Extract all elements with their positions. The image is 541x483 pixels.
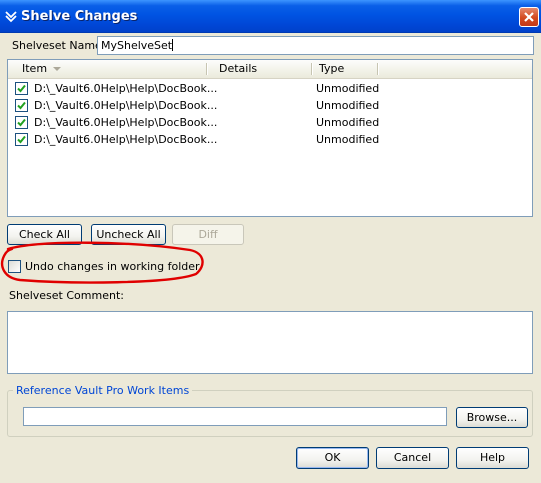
ok-button[interactable]: OK (296, 447, 369, 469)
work-items-legend: Reference Vault Pro Work Items (13, 384, 193, 397)
shelveset-comment-input[interactable] (7, 311, 533, 374)
item-checkbox[interactable] (15, 99, 28, 112)
item-checkbox[interactable] (15, 133, 28, 146)
item-type: Unmodified (316, 116, 380, 129)
column-divider[interactable] (206, 63, 208, 75)
title-bar[interactable]: Shelve Changes (0, 0, 541, 33)
shelveset-comment-label: Shelveset Comment: (9, 289, 124, 302)
close-button[interactable] (519, 7, 539, 27)
work-items-input[interactable] (23, 407, 447, 426)
column-header-details[interactable]: Details (213, 60, 313, 78)
undo-changes-checkbox[interactable] (8, 260, 21, 273)
item-path: D:\_Vault6.0Help\Help\DocBook... (34, 99, 218, 112)
item-path: D:\_Vault6.0Help\Help\DocBook... (34, 82, 218, 95)
checkmark-icon (17, 135, 26, 144)
browse-button[interactable]: Browse... (456, 407, 528, 428)
cancel-button[interactable]: Cancel (376, 447, 449, 469)
column-divider[interactable] (377, 63, 379, 75)
checkmark-icon (17, 84, 26, 93)
shelveset-name-label: Shelveset Name: (12, 39, 106, 52)
undo-changes-label[interactable]: Undo changes in working folder (25, 260, 200, 273)
list-item[interactable]: D:\_Vault6.0Help\Help\DocBook... Unmodif… (8, 97, 532, 114)
list-item[interactable]: D:\_Vault6.0Help\Help\DocBook... Unmodif… (8, 80, 532, 97)
shelveset-name-input[interactable]: MyShelveSet (97, 36, 534, 55)
item-type: Unmodified (316, 99, 380, 112)
item-path: D:\_Vault6.0Help\Help\DocBook... (34, 133, 218, 146)
item-checkbox[interactable] (15, 116, 28, 129)
item-type: Unmodified (316, 133, 380, 146)
column-header-item[interactable]: Item (16, 60, 206, 78)
checkmark-icon (17, 101, 26, 110)
items-list[interactable]: Item Details Type D:\_Vault6.0Help\Help\… (7, 59, 533, 217)
item-checkbox[interactable] (15, 82, 28, 95)
checkmark-icon (17, 118, 26, 127)
chevron-down-icon[interactable] (4, 9, 18, 23)
sort-arrow-icon (53, 67, 62, 71)
text-caret (172, 39, 174, 51)
item-type: Unmodified (316, 82, 380, 95)
item-path: D:\_Vault6.0Help\Help\DocBook... (34, 116, 218, 129)
shelveset-name-value: MyShelveSet (101, 39, 173, 52)
close-icon (524, 12, 534, 22)
items-list-header: Item Details Type (8, 60, 532, 79)
list-item[interactable]: D:\_Vault6.0Help\Help\DocBook... Unmodif… (8, 114, 532, 131)
column-header-type[interactable]: Type (313, 60, 383, 78)
help-button[interactable]: Help (456, 447, 529, 469)
window-title: Shelve Changes (21, 9, 138, 24)
list-item[interactable]: D:\_Vault6.0Help\Help\DocBook... Unmodif… (8, 131, 532, 148)
